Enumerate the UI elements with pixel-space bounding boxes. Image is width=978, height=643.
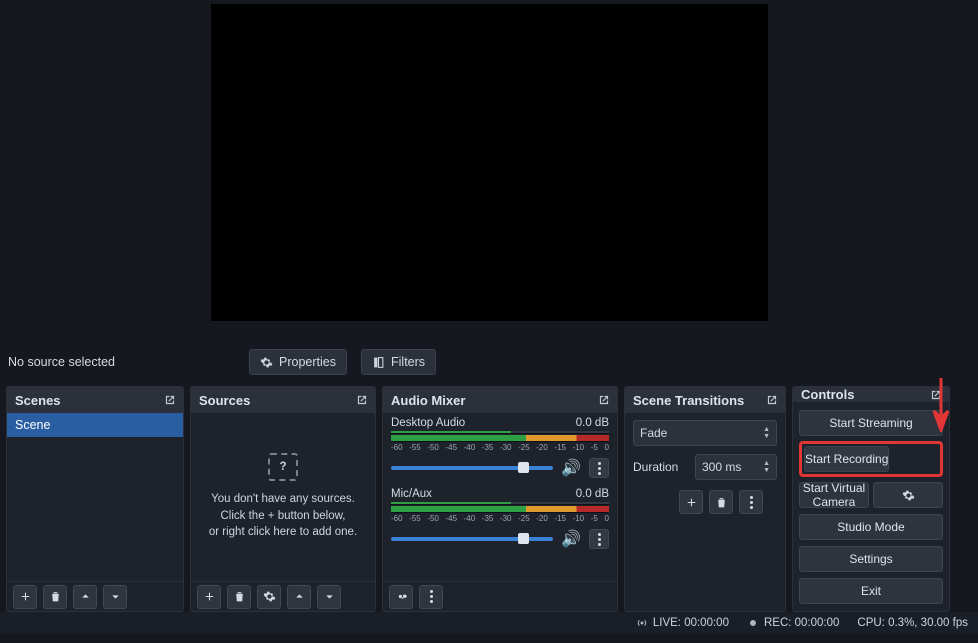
duration-input[interactable]: 300 ms ▲▼ xyxy=(695,454,777,480)
scenes-footer xyxy=(7,581,183,611)
source-properties-button[interactable] xyxy=(257,585,281,609)
sources-header: Sources xyxy=(191,387,375,413)
plus-icon xyxy=(19,590,32,603)
broadcast-icon xyxy=(636,617,648,629)
chevron-down-icon xyxy=(109,590,122,603)
studio-mode-button[interactable]: Studio Mode xyxy=(799,514,943,540)
add-scene-button[interactable] xyxy=(13,585,37,609)
speaker-icon[interactable]: 🔊 xyxy=(561,458,581,478)
number-spinner-icon: ▲▼ xyxy=(763,460,770,474)
status-rec: REC: 00:00:00 xyxy=(747,617,839,629)
plus-icon xyxy=(685,496,698,509)
controls-header: Controls xyxy=(793,387,949,402)
popout-icon[interactable] xyxy=(929,388,943,402)
gear-icon xyxy=(902,489,915,502)
audio-meter: -60-55-50-45-40-35-30-25-20-15-10-50 xyxy=(391,502,609,523)
exit-button[interactable]: Exit xyxy=(799,578,943,604)
audio-channel-mic: Mic/Aux 0.0 dB -60-55-50-45-40-35-30-25-… xyxy=(383,484,617,555)
filters-button[interactable]: Filters xyxy=(361,349,436,375)
trash-icon xyxy=(715,496,728,509)
settings-button[interactable]: Settings xyxy=(799,546,943,572)
properties-button[interactable]: Properties xyxy=(249,349,347,375)
scene-up-button[interactable] xyxy=(73,585,97,609)
advanced-audio-button[interactable] xyxy=(389,585,413,609)
preview-canvas[interactable] xyxy=(211,4,768,321)
annotation-highlight: Start Recording xyxy=(799,441,943,477)
record-icon xyxy=(747,617,759,629)
popout-icon[interactable] xyxy=(355,393,369,407)
audio-channel-desktop: Desktop Audio 0.0 dB -60-55-50-45-40-35-… xyxy=(383,413,617,484)
scenes-panel: Scenes Scene xyxy=(6,386,184,612)
channel-level: 0.0 dB xyxy=(576,488,609,500)
scene-item[interactable]: Scene xyxy=(7,413,183,437)
chevron-up-icon xyxy=(293,590,306,603)
channel-options-button[interactable] xyxy=(589,458,609,478)
gear-icon xyxy=(263,590,276,603)
sources-panel: Sources ? You don't have any sources. Cl… xyxy=(190,386,376,612)
trash-icon xyxy=(49,590,62,603)
popout-icon[interactable] xyxy=(597,393,611,407)
plus-icon xyxy=(203,590,216,603)
scene-down-button[interactable] xyxy=(103,585,127,609)
trash-icon xyxy=(233,590,246,603)
source-up-button[interactable] xyxy=(287,585,311,609)
remove-source-button[interactable] xyxy=(227,585,251,609)
popout-icon[interactable] xyxy=(765,393,779,407)
source-down-button[interactable] xyxy=(317,585,341,609)
transitions-panel: Scene Transitions Fade ▲▼ Duration 300 m… xyxy=(624,386,786,612)
source-toolbar: No source selected Properties Filters xyxy=(0,342,978,382)
filters-icon xyxy=(372,356,385,369)
volume-slider[interactable] xyxy=(391,537,553,541)
sources-footer xyxy=(191,581,375,611)
chevron-up-icon xyxy=(79,590,92,603)
sources-list[interactable]: ? You don't have any sources. Click the … xyxy=(191,413,375,581)
remove-transition-button[interactable] xyxy=(709,490,733,514)
scenes-header: Scenes xyxy=(7,387,183,413)
gear-icon xyxy=(260,356,273,369)
scenes-list[interactable]: Scene xyxy=(7,413,183,581)
transitions-header: Scene Transitions xyxy=(625,387,785,413)
controls-panel: Controls Start Streaming Start Recording… xyxy=(792,386,950,612)
transition-options-button[interactable] xyxy=(739,490,763,514)
duration-label: Duration xyxy=(633,460,687,474)
no-source-label: No source selected xyxy=(8,355,235,369)
transition-select[interactable]: Fade ▲▼ xyxy=(633,420,777,446)
mixer-body: Desktop Audio 0.0 dB -60-55-50-45-40-35-… xyxy=(383,413,617,581)
add-transition-button[interactable] xyxy=(679,490,703,514)
channel-options-button[interactable] xyxy=(589,529,609,549)
mixer-options-button[interactable] xyxy=(419,585,443,609)
add-source-button[interactable] xyxy=(197,585,221,609)
start-recording-button[interactable]: Start Recording xyxy=(804,446,889,472)
status-bar: LIVE: 00:00:00 REC: 00:00:00 CPU: 0.3%, … xyxy=(0,612,978,634)
audio-mixer-panel: Audio Mixer Desktop Audio 0.0 dB -60-55-… xyxy=(382,386,618,612)
channel-name: Desktop Audio xyxy=(391,417,465,429)
preview-area xyxy=(0,0,978,342)
speaker-icon[interactable]: 🔊 xyxy=(561,529,581,549)
docks-row: Scenes Scene Sources ? You don't have an… xyxy=(0,382,978,612)
status-cpu: CPU: 0.3%, 30.00 fps xyxy=(857,617,968,629)
start-streaming-button[interactable]: Start Streaming xyxy=(799,410,943,436)
virtual-camera-settings-button[interactable] xyxy=(873,482,943,508)
volume-slider[interactable] xyxy=(391,466,553,470)
mixer-footer xyxy=(383,581,617,611)
status-live: LIVE: 00:00:00 xyxy=(636,617,729,629)
gear-small-icon xyxy=(395,590,408,603)
audio-meter: -60-55-50-45-40-35-30-25-20-15-10-50 xyxy=(391,431,609,452)
select-spinner-icon: ▲▼ xyxy=(763,426,770,440)
start-virtual-camera-button[interactable]: Start Virtual Camera xyxy=(799,482,869,508)
remove-scene-button[interactable] xyxy=(43,585,67,609)
popout-icon[interactable] xyxy=(163,393,177,407)
mixer-header: Audio Mixer xyxy=(383,387,617,413)
unknown-icon: ? xyxy=(268,453,298,481)
chevron-down-icon xyxy=(323,590,336,603)
channel-level: 0.0 dB xyxy=(576,417,609,429)
channel-name: Mic/Aux xyxy=(391,488,432,500)
sources-empty: ? You don't have any sources. Click the … xyxy=(191,413,375,581)
